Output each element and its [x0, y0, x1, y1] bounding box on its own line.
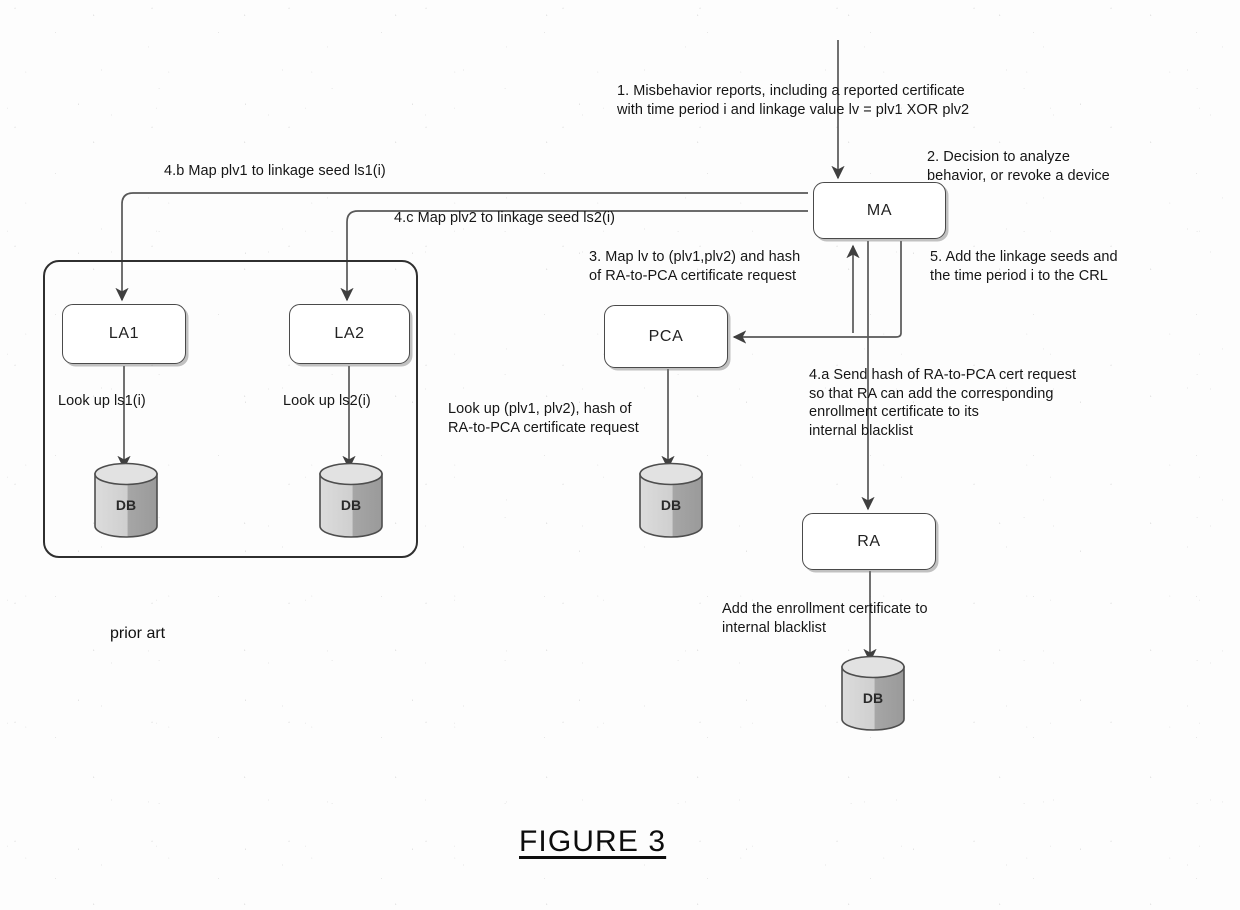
node-ma[interactable]: MA [813, 182, 946, 239]
node-la1-label: LA1 [108, 325, 140, 342]
database-la2[interactable]: DB [318, 462, 384, 538]
note-step-3: 3. Map lv to (plv1,plv2) and hash of RA-… [589, 249, 801, 284]
note-lookup-pca: Look up (plv1, plv2), hash of RA-to-PCA … [448, 401, 639, 436]
database-la1-label: DB [116, 497, 136, 513]
database-pca[interactable]: DB [638, 462, 704, 538]
note-lookup-ls1: Look up ls1(i) [58, 393, 146, 409]
node-la2[interactable]: LA2 [289, 304, 410, 364]
node-la2-label: LA2 [334, 325, 365, 342]
database-ra[interactable]: DB [840, 655, 906, 731]
database-pca-label: DB [661, 497, 681, 513]
database-la1[interactable]: DB [93, 462, 159, 538]
database-la2-label: DB [341, 497, 361, 513]
note-add-enrollment-cert: Add the enrollment certificate to intern… [722, 601, 928, 636]
node-ma-label: MA [866, 201, 893, 219]
note-step-4a: 4.a Send hash of RA-to-PCA cert request … [809, 367, 1077, 439]
note-step-4b: 4.b Map plv1 to linkage seed ls1(i) [164, 163, 386, 179]
database-ra-label: DB [863, 690, 883, 706]
node-ra[interactable]: RA [802, 513, 936, 570]
note-step-2: 2. Decision to analyze behavior, or revo… [927, 149, 1110, 184]
note-lookup-ls2: Look up ls2(i) [283, 393, 371, 409]
prior-art-label: prior art [110, 625, 166, 642]
node-la1[interactable]: LA1 [62, 304, 186, 364]
node-pca[interactable]: PCA [604, 305, 728, 368]
note-step-4c: 4.c Map plv2 to linkage seed ls2(i) [394, 210, 615, 226]
note-step-5: 5. Add the linkage seeds and the time pe… [930, 249, 1118, 284]
node-pca-label: PCA [648, 327, 684, 345]
node-ra-label: RA [857, 532, 881, 550]
figure-caption: FIGURE 3 [519, 825, 667, 858]
figure-page: MA LA1 LA2 PCA RA DB DB DB DB 1. Misbeha… [0, 0, 1240, 910]
note-step-1: 1. Misbehavior reports, including a repo… [617, 83, 970, 118]
